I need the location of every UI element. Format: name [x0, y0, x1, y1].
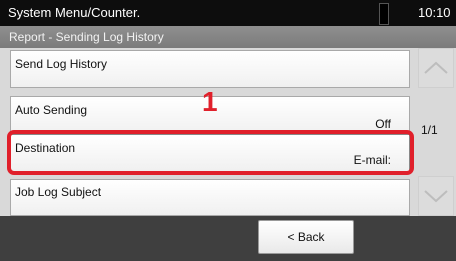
- status-bar: System Menu/Counter. 10:10: [0, 0, 456, 26]
- back-button[interactable]: < Back: [258, 220, 354, 254]
- footer-bar: < Back: [0, 216, 456, 261]
- header-bar: Report - Sending Log History: [0, 26, 456, 48]
- screen: System Menu/Counter. 10:10 Report - Send…: [0, 0, 456, 261]
- list-item-label: Destination: [15, 141, 76, 155]
- list-item-label: Auto Sending: [15, 103, 88, 117]
- page-title: Report - Sending Log History: [9, 30, 164, 44]
- status-time: 10:10: [418, 5, 451, 20]
- list-item-destination[interactable]: Destination E-mail:: [10, 134, 410, 172]
- list-item-value: E-mail:: [353, 153, 391, 167]
- scroll-down-button[interactable]: [418, 176, 454, 216]
- scroll-up-button[interactable]: [418, 48, 454, 88]
- scroll-column: 1/1: [416, 48, 456, 216]
- list-item-label: Job Log Subject: [15, 185, 102, 199]
- status-indicator: [379, 3, 389, 25]
- settings-list: Send Log History Auto Sending Off Destin…: [0, 48, 414, 216]
- status-title: System Menu/Counter.: [8, 5, 141, 20]
- callout-number: 1: [202, 86, 218, 117]
- page-indicator: 1/1: [421, 123, 438, 137]
- list-item-value: Off: [375, 117, 391, 131]
- chevron-down-icon: [424, 190, 448, 203]
- list-item-send-log-history[interactable]: Send Log History: [10, 50, 410, 88]
- list-item-label: Send Log History: [15, 57, 108, 71]
- content-area: Send Log History Auto Sending Off Destin…: [0, 48, 456, 216]
- list-item-job-log-subject[interactable]: Job Log Subject: [10, 179, 410, 216]
- chevron-up-icon: [424, 61, 448, 74]
